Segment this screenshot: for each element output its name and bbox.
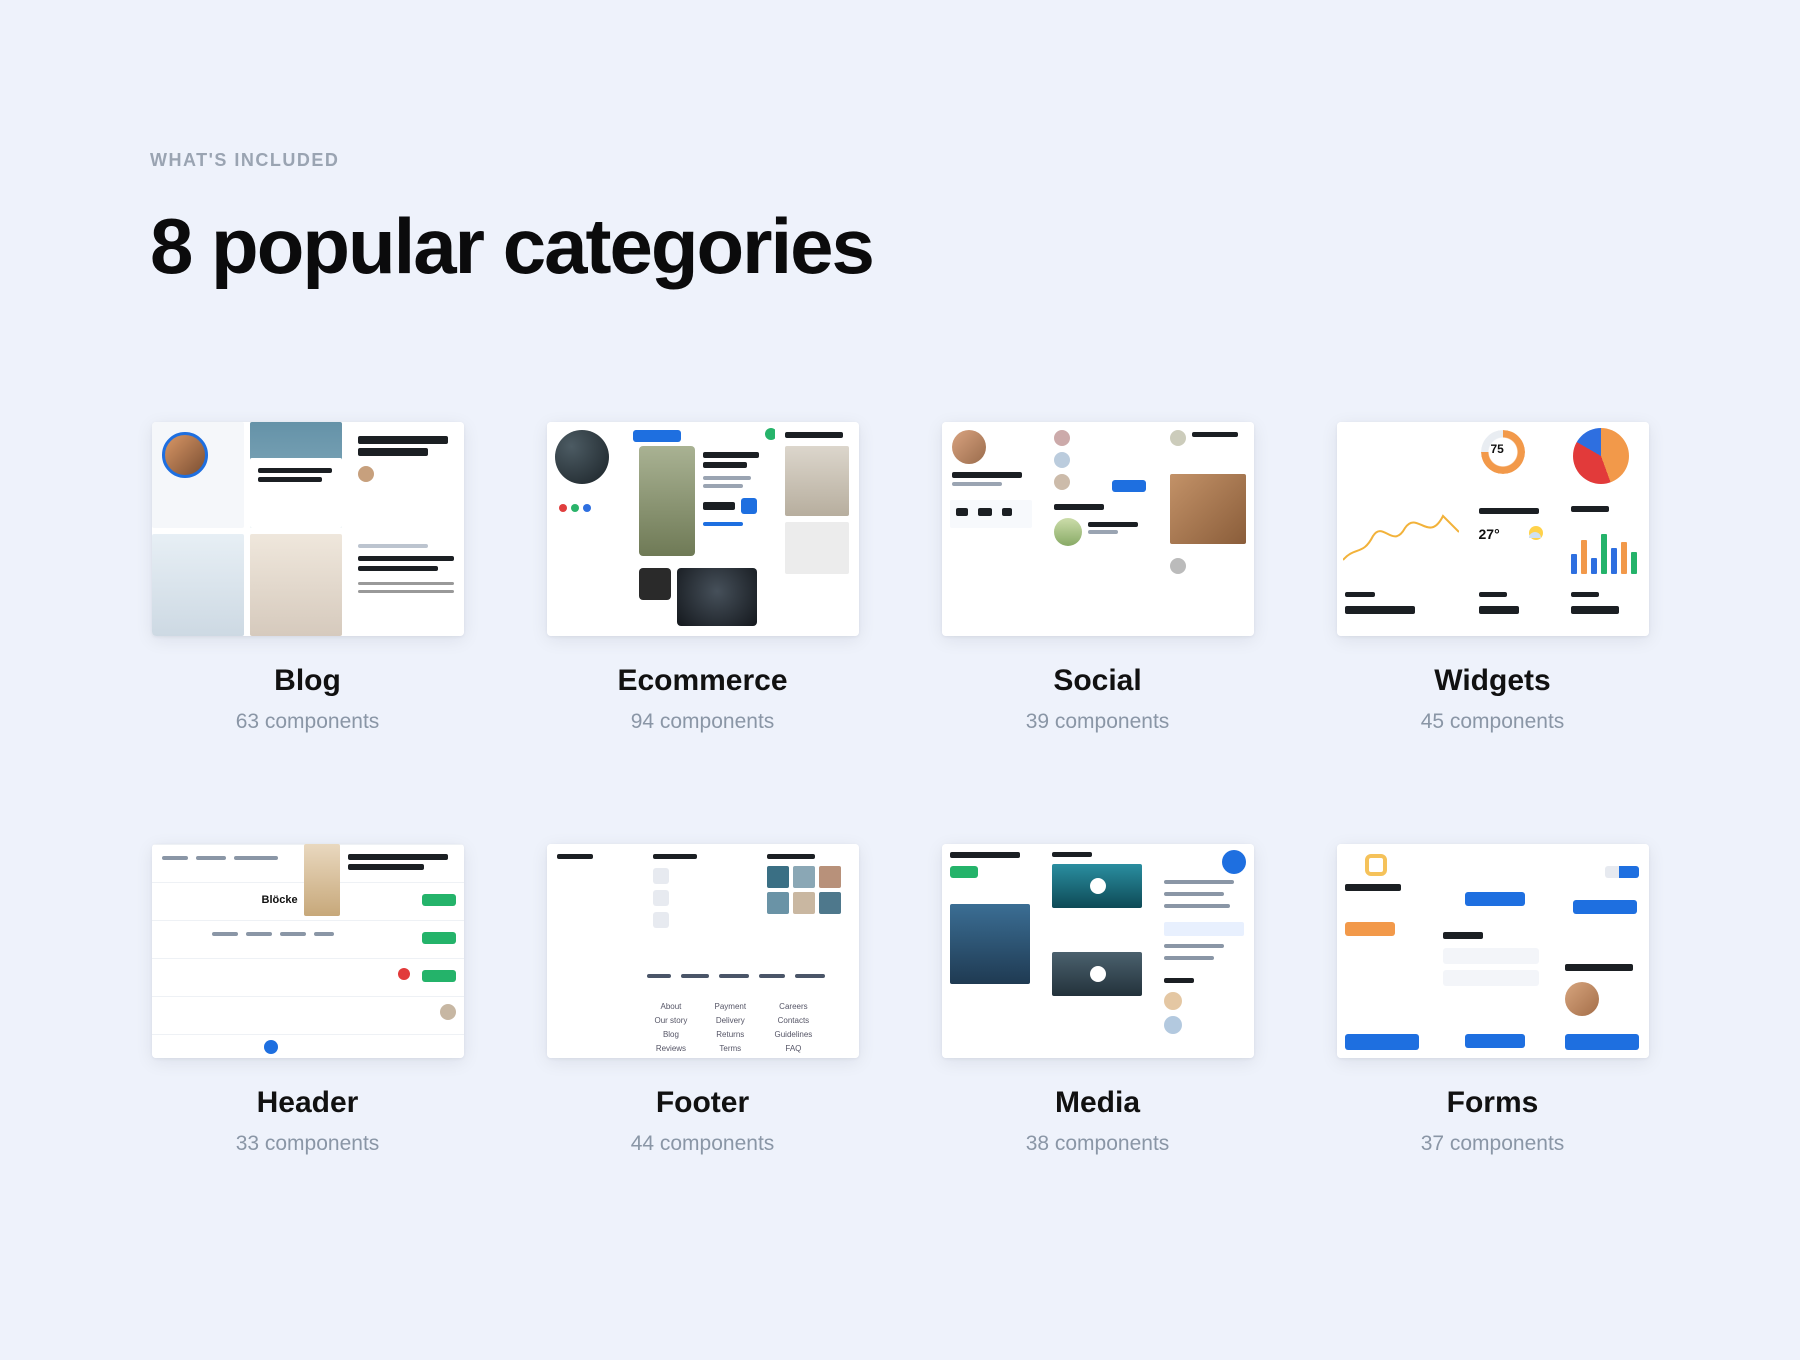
category-name: Forms bbox=[1335, 1086, 1650, 1120]
category-subtitle: 39 components bbox=[940, 710, 1255, 734]
category-name: Media bbox=[940, 1086, 1255, 1120]
widget-percent-label: 75 bbox=[1491, 442, 1504, 456]
category-subtitle: 38 components bbox=[940, 1132, 1255, 1156]
category-subtitle: 44 components bbox=[545, 1132, 860, 1156]
category-card-media[interactable]: Media 38 components bbox=[940, 844, 1255, 1156]
category-thumb bbox=[547, 422, 859, 636]
category-thumb: 75 27° bbox=[1337, 422, 1649, 636]
category-thumb: AboutOur storyBlogReviews PaymentDeliver… bbox=[547, 844, 859, 1058]
category-grid: Blog 63 components Ecommerce 94 componen… bbox=[150, 422, 1650, 1156]
category-thumb bbox=[942, 422, 1254, 636]
category-name: Header bbox=[150, 1086, 465, 1120]
category-subtitle: 94 components bbox=[545, 710, 860, 734]
category-subtitle: 63 components bbox=[150, 710, 465, 734]
category-name: Blog bbox=[150, 664, 465, 698]
category-card-widgets[interactable]: 75 27° Widgets 45 components bbox=[1335, 422, 1650, 734]
header-brand-label: Blöcke bbox=[262, 894, 298, 906]
category-thumb bbox=[942, 844, 1254, 1058]
category-card-footer[interactable]: AboutOur storyBlogReviews PaymentDeliver… bbox=[545, 844, 860, 1156]
category-thumb bbox=[1337, 844, 1649, 1058]
category-card-social[interactable]: Social 39 components bbox=[940, 422, 1255, 734]
section-title: 8 popular categories bbox=[150, 201, 1650, 292]
category-card-blog[interactable]: Blog 63 components bbox=[150, 422, 465, 734]
category-name: Footer bbox=[545, 1086, 860, 1120]
category-name: Social bbox=[940, 664, 1255, 698]
category-card-ecommerce[interactable]: Ecommerce 94 components bbox=[545, 422, 860, 734]
section-eyebrow: WHAT'S INCLUDED bbox=[150, 150, 1650, 171]
category-subtitle: 33 components bbox=[150, 1132, 465, 1156]
category-name: Ecommerce bbox=[545, 664, 860, 698]
category-thumb: Blöcke bbox=[152, 844, 464, 1058]
category-card-header[interactable]: Blöcke Header 33 components bbox=[150, 844, 465, 1156]
category-subtitle: 45 components bbox=[1335, 710, 1650, 734]
category-thumb bbox=[152, 422, 464, 636]
category-subtitle: 37 components bbox=[1335, 1132, 1650, 1156]
category-name: Widgets bbox=[1335, 664, 1650, 698]
category-card-forms[interactable]: Forms 37 components bbox=[1335, 844, 1650, 1156]
widget-temp-label: 27° bbox=[1479, 526, 1500, 542]
